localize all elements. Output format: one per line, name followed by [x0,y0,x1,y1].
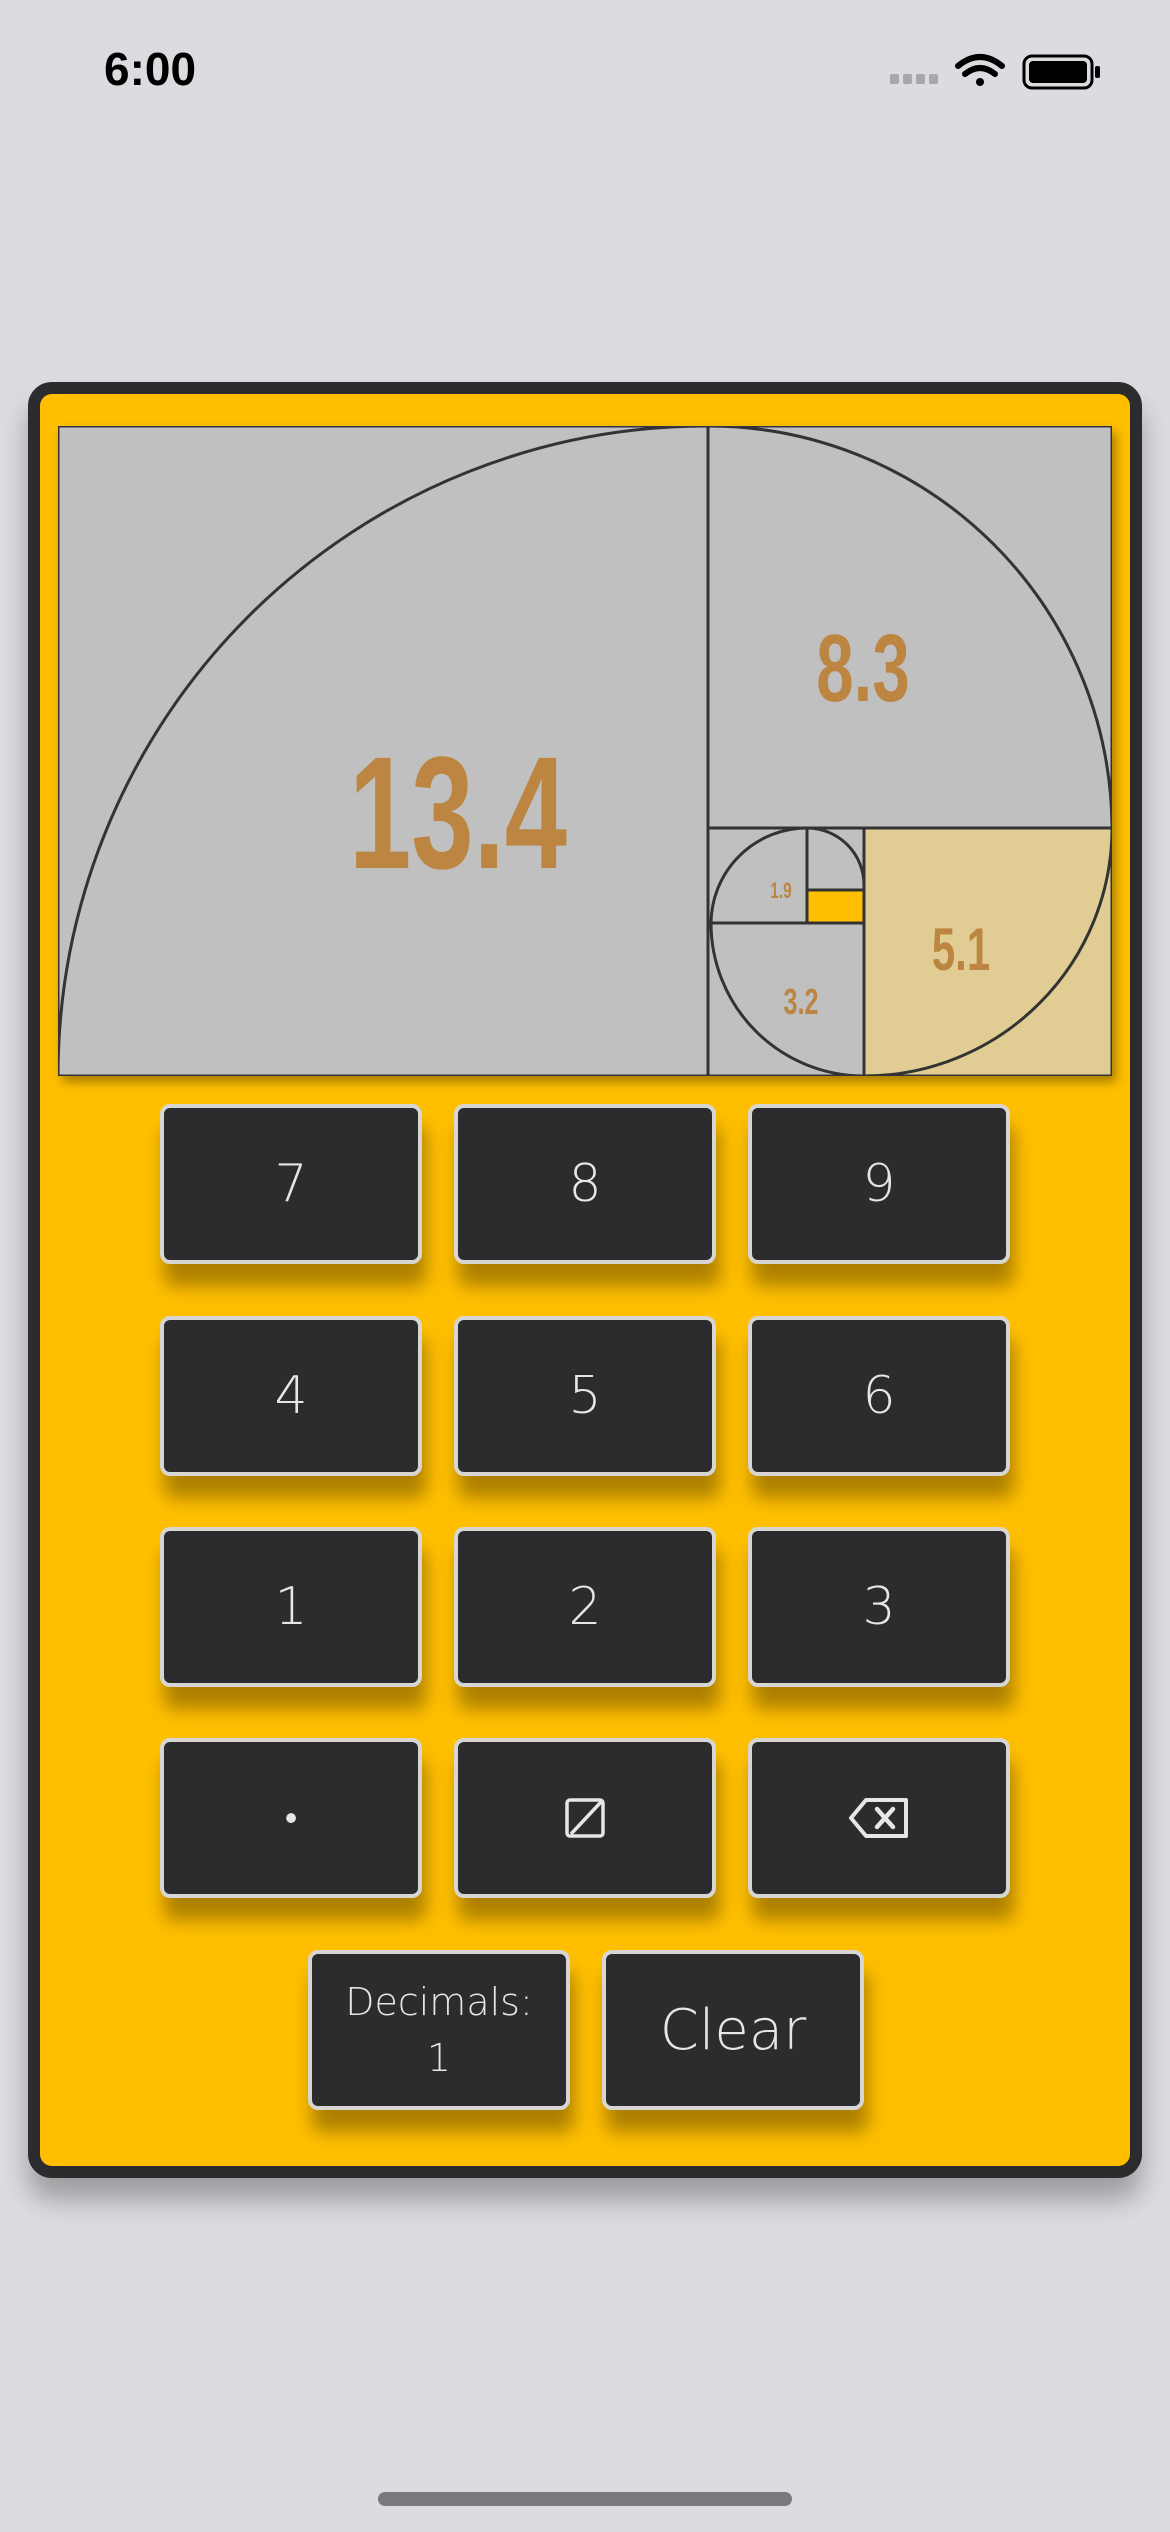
key-label: 9 [862,1154,896,1214]
clear-button[interactable]: Clear [602,1950,864,2110]
status-bar: 6:00 [0,0,1170,150]
decimals-label: Decimals: [345,1980,533,2024]
key-3[interactable]: 3 [748,1527,1010,1687]
key-label: 8 [568,1154,602,1214]
key-label: 3 [862,1577,896,1637]
decimals-button[interactable]: Decimals: 1 [308,1950,570,2110]
key-5[interactable]: 5 [454,1316,716,1476]
signal-icon [890,74,938,84]
key-7[interactable]: 7 [160,1104,422,1264]
key-label: 1 [274,1577,308,1637]
key-label: • [284,1798,298,1839]
square-value-small: 5.1 [932,916,990,983]
key-empty-set[interactable] [454,1738,716,1898]
square-value-large: 13.4 [349,724,567,902]
key-1[interactable]: 1 [160,1527,422,1687]
empty-set-icon [565,1798,605,1838]
status-time: 6:00 [104,43,197,95]
battery-icon [1022,54,1100,90]
key-2[interactable]: 2 [454,1527,716,1687]
clear-label: Clear [659,1997,807,2063]
decimals-value: 1 [426,2036,452,2080]
wifi-icon [955,54,1005,86]
square-value-tiny: 1.9 [770,879,791,903]
backspace-icon [849,1798,908,1838]
home-indicator [378,2492,792,2506]
key-6[interactable]: 6 [748,1316,1010,1476]
key-8[interactable]: 8 [454,1104,716,1264]
golden-spiral: 13.4 8.3 5.1 3.2 1.9 [58,426,1112,1076]
key-9[interactable]: 9 [748,1104,1010,1264]
key-label: 7 [274,1154,308,1214]
key-label: 6 [862,1366,896,1426]
square-value-medium: 8.3 [816,614,909,722]
fibonacci-display: 13.4 8.3 5.1 3.2 1.9 [58,426,1112,1076]
key-backspace[interactable] [748,1738,1010,1898]
key-label: 4 [274,1366,308,1426]
key-label: 2 [568,1577,602,1637]
status-icons [890,54,1100,90]
square-value-xsmall: 3.2 [783,982,818,1023]
key-label: 5 [568,1366,602,1426]
key-4[interactable]: 4 [160,1316,422,1476]
key-decimal-point[interactable]: • [160,1738,422,1898]
